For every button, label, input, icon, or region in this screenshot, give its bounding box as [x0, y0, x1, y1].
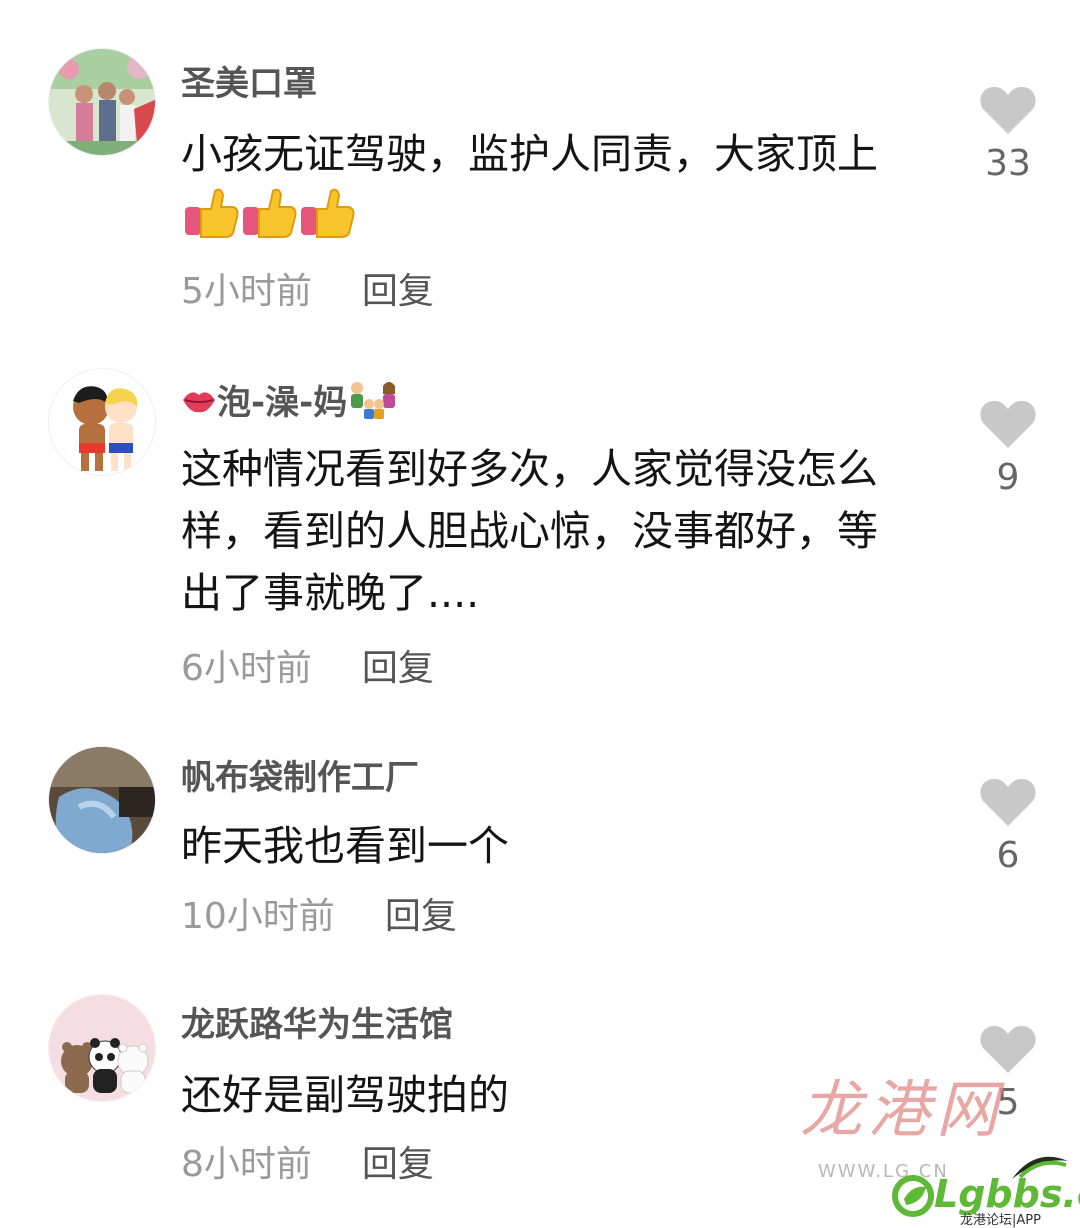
watermark-brand-script: 龙港网	[800, 1073, 1005, 1146]
reply-button[interactable]: 回复	[362, 1144, 434, 1185]
logo-subtext: 龙港论坛|APP	[960, 1213, 1041, 1228]
like-count: 9	[996, 457, 1020, 498]
user-avatar[interactable]	[48, 368, 156, 476]
reply-button[interactable]: 回复	[362, 648, 434, 689]
comment-meta: 8小时前 回复	[181, 1145, 434, 1185]
comment-time: 6小时前	[181, 648, 312, 689]
username[interactable]: 帆布袋制作工厂	[181, 758, 419, 798]
like-count: 6	[996, 835, 1020, 876]
comment-text: 昨天我也看到一个	[181, 822, 509, 870]
comment-text: 小孩无证驾驶，监护人同责，大家顶上	[181, 123, 916, 258]
family-emoji-icon	[347, 380, 403, 429]
heart-icon[interactable]	[975, 400, 1041, 450]
comment-time: 5小时前	[181, 271, 312, 312]
comment-text: 这种情况看到好多次，人家觉得没怎么样，看到的人胆战心惊，没事都好，等出了事就晚了…	[181, 445, 878, 617]
comment-meta: 6小时前 回复	[181, 649, 434, 689]
username[interactable]: 龙跃路华为生活馆	[181, 1005, 453, 1045]
username-text[interactable]: 泡-澡-妈	[217, 383, 347, 423]
heart-icon[interactable]	[975, 778, 1041, 828]
logo-leaf-icon	[892, 1175, 934, 1221]
user-avatar[interactable]	[48, 48, 156, 156]
kiss-lips-emoji-icon	[181, 385, 217, 425]
username[interactable]: 圣美口罩	[181, 64, 317, 104]
heart-icon[interactable]	[975, 1025, 1041, 1075]
comment-meta: 5小时前 回复	[181, 272, 434, 312]
heart-icon[interactable]	[975, 86, 1041, 136]
user-avatar[interactable]	[48, 994, 156, 1102]
reply-button[interactable]: 回复	[362, 271, 434, 312]
reply-button[interactable]: 回复	[385, 896, 457, 937]
comment-text-body: 小孩无证驾驶，监护人同责，大家顶上	[181, 130, 878, 178]
like-button[interactable]: 33	[975, 86, 1041, 184]
comment-time: 10小时前	[181, 896, 335, 937]
like-button[interactable]: 6	[975, 778, 1041, 876]
like-count: 33	[985, 143, 1031, 184]
comment-meta: 10小时前 回复	[181, 897, 457, 937]
like-button[interactable]: 9	[975, 400, 1041, 498]
user-avatar[interactable]	[48, 746, 156, 854]
comment-time: 8小时前	[181, 1144, 312, 1185]
username[interactable]: 泡-澡-妈	[181, 380, 403, 429]
site-watermark: 龙港网 WWW.LG.CN Lgbbs.cn 龙港论坛|APP	[800, 1073, 1080, 1228]
thumbs-up-emoji-icon	[181, 185, 356, 258]
